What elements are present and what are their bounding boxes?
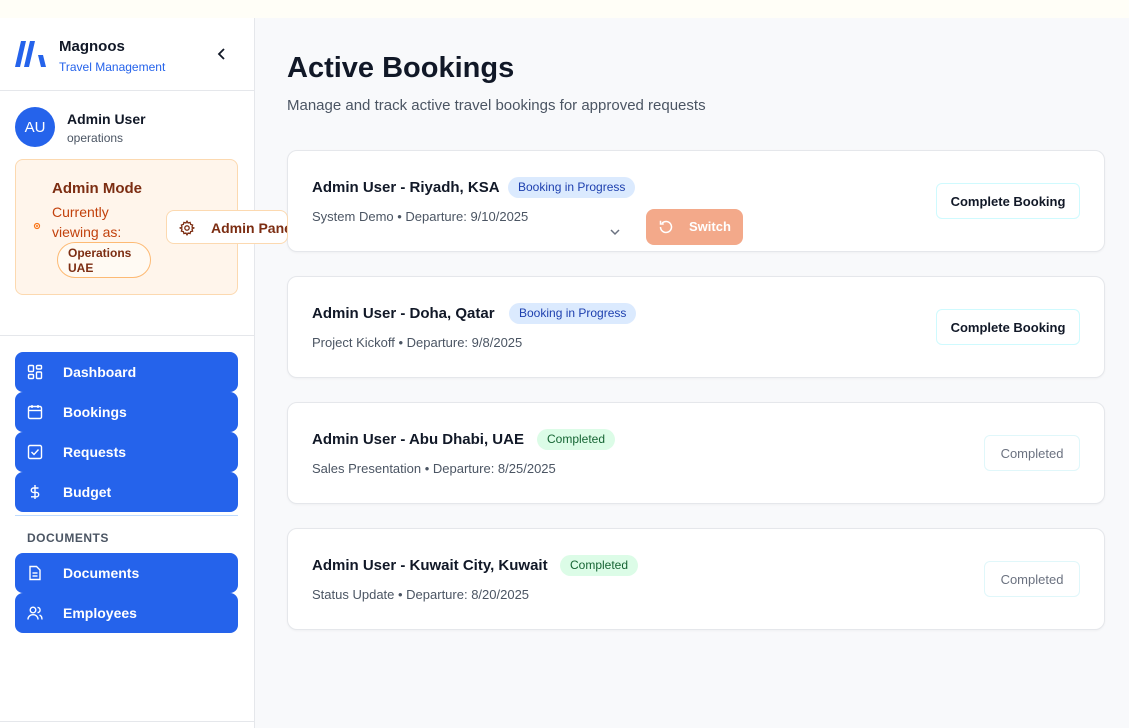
switch-button[interactable]: Switch — [646, 209, 743, 245]
nav-requests[interactable]: Requests — [15, 432, 238, 472]
page-title: Active Bookings — [287, 52, 515, 84]
calendar-icon — [27, 405, 43, 420]
nav-budget[interactable]: Budget — [15, 472, 238, 512]
status-badge: Booking in Progress — [508, 177, 636, 198]
check-square-icon — [27, 444, 43, 460]
nav-label: Dashboard — [63, 364, 137, 380]
user-role: operations — [67, 131, 124, 145]
nav-label: Documents — [63, 565, 140, 581]
nav-label: Requests — [63, 444, 127, 460]
grid-icon — [27, 364, 43, 380]
booking-card: Admin User - Riyadh, KSA Booking in Prog… — [287, 150, 1105, 252]
complete-booking-button[interactable]: Complete Booking — [936, 309, 1080, 345]
sidebar: Magnoos Travel Management AU Admin User … — [0, 18, 255, 728]
chevron-down-icon[interactable] — [608, 225, 622, 239]
nav-documents[interactable]: Documents — [15, 553, 238, 593]
brand-name: Magnoos — [59, 38, 125, 55]
booking-meta: Status Update • Departure: 8/20/2025 — [312, 587, 530, 602]
rotate-ccw-icon — [659, 220, 673, 234]
admin-indicator-icon — [33, 222, 41, 230]
nav-dashboard[interactable]: Dashboard — [15, 352, 238, 392]
brand-header: Magnoos Travel Management — [0, 18, 254, 91]
switch-label: Switch — [689, 219, 731, 234]
dollar-icon — [30, 485, 40, 499]
user-name: Admin User — [67, 111, 146, 127]
chevron-left-icon — [217, 48, 225, 60]
completed-button[interactable]: Completed — [984, 561, 1080, 597]
sidebar-bottom-divider — [0, 721, 254, 722]
nav-bookings[interactable]: Bookings — [15, 392, 238, 432]
booking-meta: Project Kickoff • Departure: 9/8/2025 — [312, 335, 523, 350]
nav-label: Employees — [63, 605, 137, 621]
status-badge: Booking in Progress — [509, 303, 637, 324]
booking-meta: System Demo • Departure: 9/10/2025 — [312, 209, 529, 224]
completed-button[interactable]: Completed — [984, 435, 1080, 471]
nav-section-label: DOCUMENTS — [27, 531, 109, 545]
booking-card: Admin User - Kuwait City, Kuwait Complet… — [287, 528, 1105, 630]
booking-card: Admin User - Abu Dhabi, UAE Completed Sa… — [287, 402, 1105, 504]
booking-title: Admin User - Riyadh, KSA — [312, 179, 500, 196]
nav-divider — [15, 515, 238, 516]
booking-card: Admin User - Doha, Qatar Booking in Prog… — [287, 276, 1105, 378]
status-badge: Completed — [537, 429, 616, 450]
top-strip — [0, 0, 1129, 18]
booking-title: Admin User - Doha, Qatar — [312, 305, 495, 322]
page-subtitle: Manage and track active travel bookings … — [287, 97, 706, 114]
admin-mode-title: Admin Mode — [52, 180, 142, 197]
complete-booking-button[interactable]: Complete Booking — [936, 183, 1080, 219]
admin-panel-button[interactable]: Admin Panel — [166, 210, 288, 244]
gear-icon — [179, 220, 195, 236]
collapse-sidebar-button[interactable] — [212, 44, 232, 64]
booking-title: Admin User - Kuwait City, Kuwait — [312, 557, 548, 574]
avatar[interactable]: AU — [15, 107, 55, 147]
file-text-icon — [29, 565, 41, 581]
users-icon — [27, 606, 43, 620]
magnoos-logo-icon — [15, 41, 46, 67]
viewing-as-chip[interactable]: Operations UAE — [57, 242, 151, 278]
nav-employees[interactable]: Employees — [15, 593, 238, 633]
nav-label: Bookings — [63, 404, 127, 420]
brand-subtitle: Travel Management — [59, 60, 166, 74]
booking-meta: Sales Presentation • Departure: 8/25/202… — [312, 461, 556, 476]
status-badge: Completed — [560, 555, 639, 576]
admin-viewing-label: Currently viewing as: — [52, 204, 122, 240]
booking-title: Admin User - Abu Dhabi, UAE — [312, 431, 524, 448]
admin-panel-label: Admin Panel — [211, 220, 288, 236]
nav-label: Budget — [63, 484, 112, 500]
